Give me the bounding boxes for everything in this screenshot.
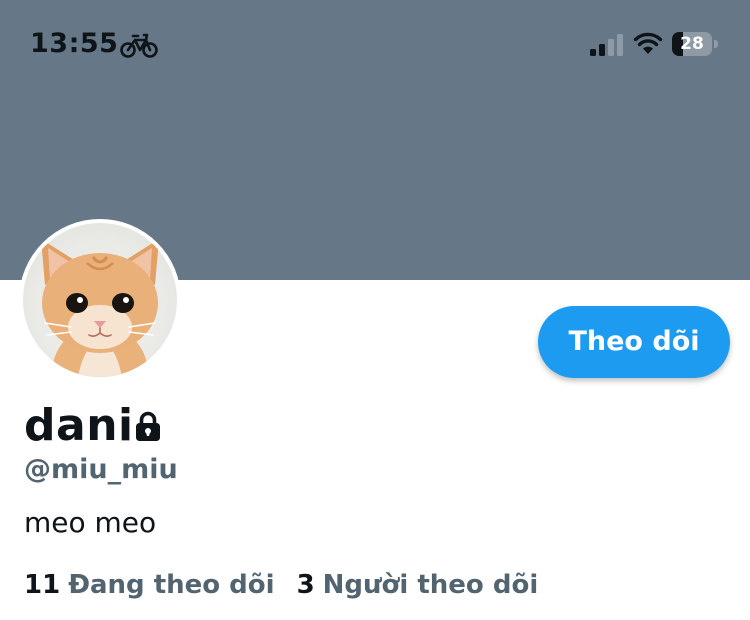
kitten-avatar [41, 239, 159, 377]
display-name: dani [24, 400, 134, 451]
followers-stat[interactable]: 3 Người theo dõi [297, 570, 539, 600]
lock-icon [136, 411, 160, 441]
avatar[interactable] [19, 219, 181, 381]
avatar-image [23, 223, 177, 377]
battery-level: 28 [680, 34, 704, 54]
wifi-icon [633, 32, 663, 54]
bio: meo meo [24, 506, 157, 539]
following-stat[interactable]: 11 Đang theo dõi [24, 570, 275, 600]
following-label: Đang theo dõi [68, 570, 275, 600]
profile-screen: 13:55 28 Theo dõi dani @miu_miu meo meo … [0, 0, 750, 620]
battery-icon: 28 [672, 32, 712, 56]
following-count: 11 [24, 570, 61, 600]
username: @miu_miu [24, 454, 178, 485]
cellular-signal-icon [590, 34, 623, 56]
profile-stats: 11 Đang theo dõi 3 Người theo dõi [24, 570, 560, 600]
followers-label: Người theo dõi [322, 570, 539, 600]
bicycle-icon [120, 33, 158, 58]
followers-count: 3 [296, 570, 315, 600]
status-time: 13:55 [30, 28, 119, 59]
battery-cap [714, 40, 718, 48]
follow-button[interactable]: Theo dõi [538, 306, 730, 378]
